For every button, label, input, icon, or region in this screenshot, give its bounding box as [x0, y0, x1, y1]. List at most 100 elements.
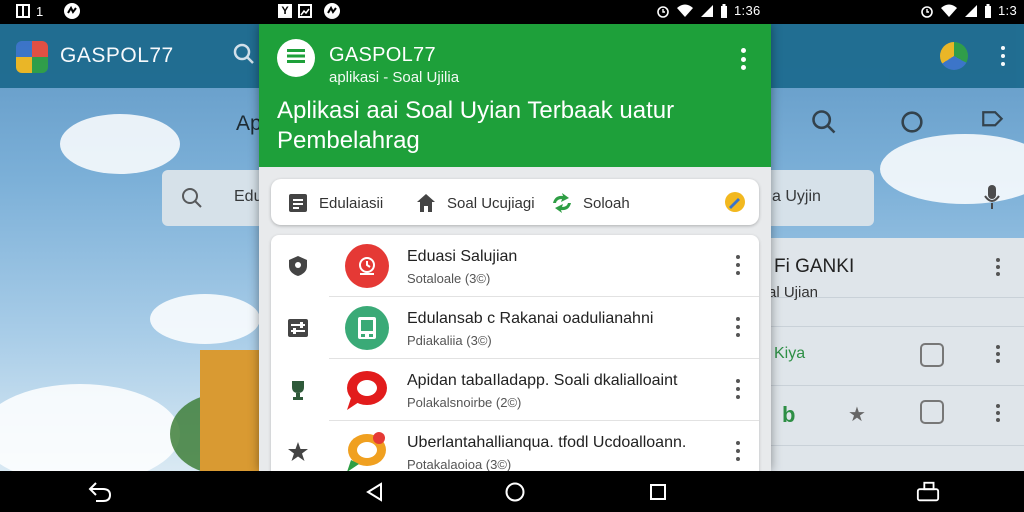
status-middle-left: Y [278, 3, 340, 19]
list-item[interactable]: Edulansab c Rakanai oadulianahni Pdiakal… [271, 297, 759, 359]
menu-icon [286, 48, 306, 69]
navigation-bar [0, 471, 1024, 512]
chip-soloah[interactable]: Soloah [551, 192, 630, 214]
pencil-icon[interactable] [723, 190, 747, 219]
app-logo-icon [16, 41, 48, 73]
status-middle-right: 1:36 [656, 3, 761, 18]
cloud [60, 114, 180, 174]
battery-icon [720, 3, 728, 18]
star-icon[interactable]: ★ [848, 402, 866, 427]
chip-label: Soloah [583, 194, 630, 212]
list-item-title: Eduasi Salujian [407, 248, 518, 265]
alarm-icon [656, 4, 670, 18]
app-notification-icon [324, 3, 340, 19]
list-item-title: Edulansab c Rakanai oadulianahni [407, 310, 654, 327]
status-time-right: 1:3 [998, 3, 1017, 18]
chip-label: Edulaiasii [319, 194, 384, 212]
chip-edukasi[interactable]: Edulaiasii [287, 192, 383, 214]
category-bar: Edulaiasii Soal Ucujiagi Soloah [271, 179, 759, 225]
home-icon [415, 192, 437, 214]
list-item-subtitle: Potakalaoioa (3©) [407, 457, 512, 471]
status-bar: 1 Y 1:36 1:3 [0, 0, 1024, 24]
page-headline: Aplikasi aai Soal Uyian Terbaak uatur Pe… [277, 97, 675, 154]
mic-icon[interactable] [984, 184, 1000, 215]
book-icon [345, 306, 389, 350]
status-time-left: 1 [36, 3, 44, 19]
chat-icon [345, 430, 389, 471]
edit-icon[interactable] [920, 343, 944, 367]
background-heading: Ap [236, 112, 262, 135]
more-vert-icon[interactable] [735, 255, 741, 275]
status-time-middle: 1:36 [734, 3, 761, 18]
back-arrow-icon[interactable] [88, 480, 112, 504]
list-item[interactable]: b ★ [760, 386, 1024, 446]
trophy-icon [287, 379, 309, 401]
wifi-icon [940, 4, 958, 18]
alarm-icon [920, 4, 934, 18]
recents-button[interactable] [646, 480, 670, 504]
status-right: 1:3 [920, 3, 1017, 18]
document-icon [287, 192, 309, 214]
star-icon [287, 441, 309, 463]
more-vert-icon[interactable] [996, 258, 1002, 276]
list-item-title: Apidan tabaIladapp. Soali dkalialloaint [407, 372, 678, 389]
app-bar: GASPOL77 aplikasi - Soal Ujilia Aplikasi… [259, 24, 771, 167]
cloud [150, 294, 260, 344]
list-item[interactable]: Eduasi Salujian Sotaloale (3©) [271, 235, 759, 297]
more-vert-icon[interactable] [733, 48, 753, 70]
menu-button[interactable] [277, 39, 315, 77]
copy-icon[interactable] [920, 400, 944, 424]
building [200, 350, 260, 471]
list-item-subtitle: Pdiakaliia (3©) [407, 333, 492, 348]
more-vert-icon[interactable] [735, 317, 741, 337]
search-icon[interactable] [232, 42, 256, 66]
list-item[interactable]: Kiya [760, 326, 1024, 386]
search-icon[interactable] [810, 108, 838, 141]
notification-box-icon: Y [278, 4, 292, 18]
chip-soal-ujian[interactable]: Soal Ucujiagi [415, 192, 535, 214]
list-item-subtitle: al Ujian [768, 284, 819, 301]
list-item-title: Uberlantahallianqua. tfodl Ucdoalloann. [407, 434, 687, 451]
chat-icon [345, 368, 389, 412]
app-title: GASPOL77 [329, 44, 436, 66]
background-list: Fi GANKI al Ujian Kiya b ★ [760, 238, 1024, 471]
more-vert-icon[interactable] [996, 345, 1002, 363]
list-item[interactable]: Apidan tabaIladapp. Soali dkalialloaint … [271, 359, 759, 421]
search-icon[interactable] [898, 108, 926, 141]
list-item-subtitle: Sotaloale (3©) [407, 271, 491, 286]
back-button[interactable] [362, 480, 386, 504]
bookmark-icon: b [782, 402, 796, 427]
more-vert-icon[interactable] [735, 379, 741, 399]
book-icon [16, 4, 30, 18]
signal-icon [964, 4, 978, 18]
wifi-icon [676, 4, 694, 18]
cloud [0, 384, 180, 471]
background-search-right-text: a Uyjin [772, 188, 821, 205]
list-item-title: Fi GANKI [774, 256, 855, 277]
list-item-label: Kiya [774, 345, 806, 362]
search-icon [180, 186, 204, 215]
list-item[interactable]: Uberlantahallianqua. tfodl Ucdoalloann. … [271, 421, 759, 471]
sliders-icon [287, 317, 309, 339]
chip-label: Soal Ucujiagi [447, 194, 535, 212]
foreground-app: GASPOL77 aplikasi - Soal Ujilia Aplikasi… [259, 24, 771, 471]
more-vert-icon[interactable] [735, 441, 741, 461]
app-subtitle: aplikasi - Soal Ujilia [329, 69, 460, 86]
list-item-subtitle: Polakalsnoirbe (2©) [407, 395, 522, 410]
more-vert-icon[interactable] [1000, 46, 1006, 66]
more-vert-icon[interactable] [996, 404, 1002, 422]
recycle-icon [551, 192, 573, 214]
quiz-icon [345, 244, 389, 288]
item-list: Eduasi Salujian Sotaloale (3©) Edulansab… [271, 235, 759, 471]
share-icon[interactable] [980, 108, 1006, 141]
profile-icon[interactable] [940, 42, 968, 70]
rotate-screen-icon[interactable] [916, 480, 940, 504]
status-left: 1 [16, 3, 80, 19]
app-notification-icon [63, 3, 80, 19]
shield-icon [287, 255, 309, 277]
image-icon [298, 4, 312, 18]
home-button[interactable] [503, 480, 527, 504]
background-app-title: GASPOL77 [60, 44, 174, 67]
screen: 1 Y 1:36 1:3 GASPOL77 Ap Edu a Uyjin Fi … [0, 0, 1024, 512]
battery-icon [984, 3, 992, 18]
